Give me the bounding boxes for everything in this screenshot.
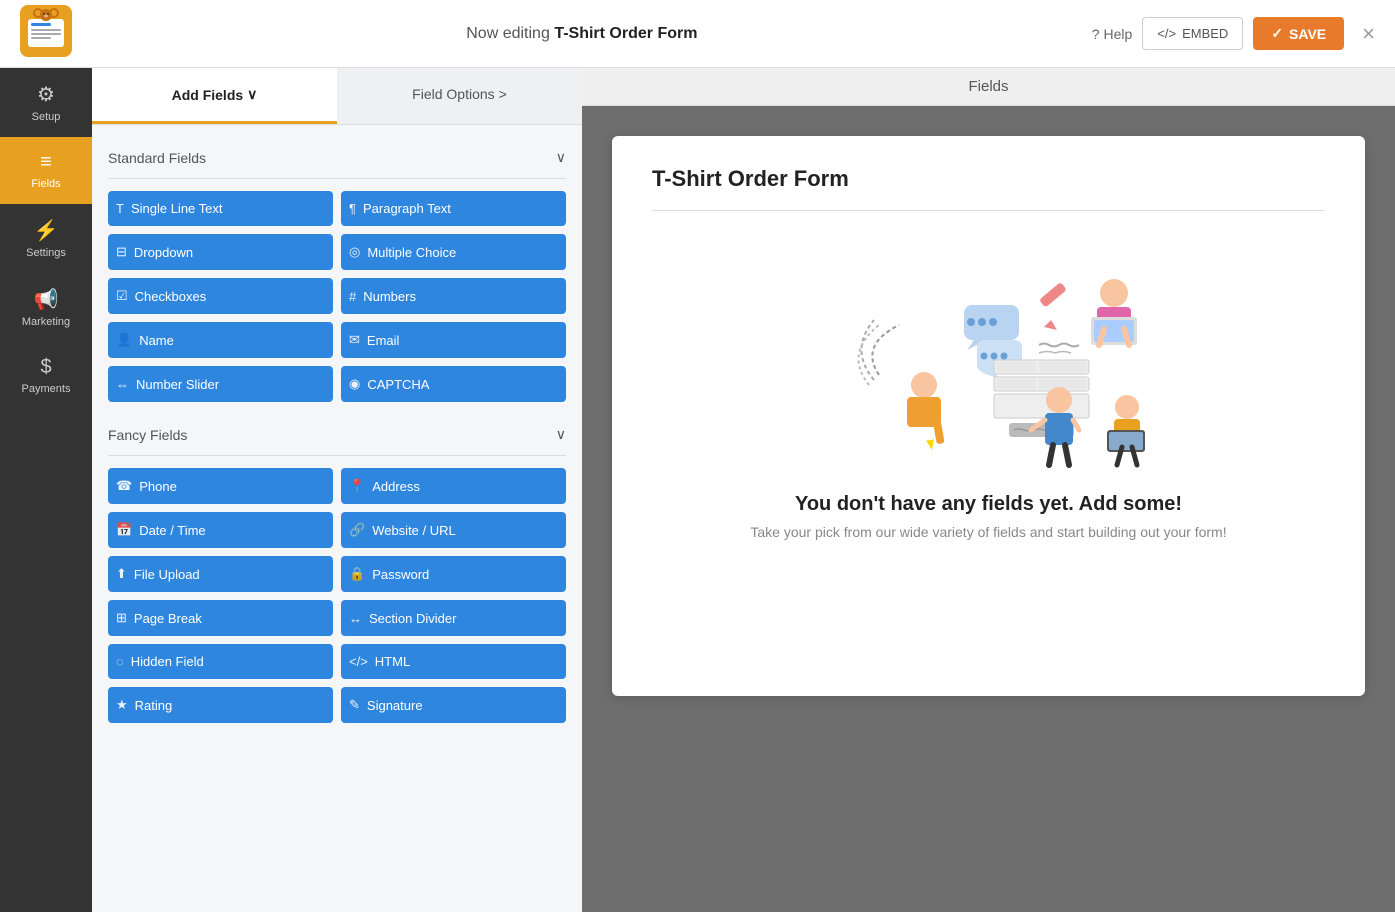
field-btn-email[interactable]: ✉ Email — [341, 322, 566, 358]
marketing-icon: 📢 — [34, 287, 59, 312]
standard-fields-section-header[interactable]: Standard Fields ∨ — [108, 139, 566, 174]
field-btn-name[interactable]: 👤 Name — [108, 322, 333, 358]
save-button[interactable]: ✓ SAVE — [1253, 17, 1344, 50]
field-btn-signature[interactable]: ✎ Signature — [341, 687, 566, 723]
field-btn-hidden-field[interactable]: ◌ Hidden Field — [108, 644, 333, 679]
field-btn-dropdown[interactable]: ⊟ Dropdown — [108, 234, 333, 270]
phone-icon: ☎ — [116, 478, 132, 494]
empty-state: You don't have any fields yet. Add some!… — [652, 235, 1325, 560]
captcha-icon: ◉ — [349, 376, 360, 392]
html-icon: </> — [349, 654, 368, 669]
file-upload-icon: ⬆ — [116, 566, 127, 582]
field-btn-website-url[interactable]: 🔗 Website / URL — [341, 512, 566, 548]
field-btn-checkboxes[interactable]: ☑ Checkboxes — [108, 278, 333, 314]
fancy-fields-grid: ☎ Phone 📍 Address 📅 Date / Time 🔗 Websit… — [108, 468, 566, 723]
empty-state-illustration — [819, 245, 1159, 475]
checkmark-icon: ✓ — [1271, 25, 1283, 42]
form-title: T-Shirt Order Form — [652, 166, 1325, 192]
password-icon: 🔒 — [349, 566, 365, 582]
chevron-down-icon: ∨ — [247, 86, 257, 103]
empty-state-title: You don't have any fields yet. Add some! — [795, 493, 1182, 516]
field-btn-section-divider[interactable]: ↔ Section Divider — [341, 600, 566, 636]
fancy-fields-section-header[interactable]: Fancy Fields ∨ — [108, 416, 566, 451]
embed-button[interactable]: </> EMBED — [1142, 17, 1243, 50]
gear-icon: ⚙ — [37, 82, 55, 107]
content-header: Fields — [582, 68, 1395, 106]
multiple-choice-icon: ◎ — [349, 244, 360, 260]
field-btn-page-break[interactable]: ⊞ Page Break — [108, 600, 333, 636]
name-icon: 👤 — [116, 332, 132, 348]
close-button[interactable]: × — [1362, 21, 1375, 47]
field-btn-phone[interactable]: ☎ Phone — [108, 468, 333, 504]
website-url-icon: 🔗 — [349, 522, 365, 538]
payments-icon: $ — [40, 356, 51, 379]
rating-icon: ★ — [116, 697, 128, 713]
form-preview-wrapper: T-Shirt Order Form — [582, 106, 1395, 912]
field-btn-html[interactable]: </> HTML — [341, 644, 566, 679]
top-bar: Now editing T-Shirt Order Form ? Help </… — [0, 0, 1395, 68]
page-break-icon: ⊞ — [116, 610, 127, 626]
tab-add-fields[interactable]: Add Fields ∨ — [92, 68, 337, 124]
signature-icon: ✎ — [349, 697, 360, 713]
form-content-divider — [652, 210, 1325, 211]
content-area: Fields T-Shirt Order Form — [582, 68, 1395, 912]
settings-icon: ⚡ — [34, 218, 59, 243]
standard-fields-grid: T Single Line Text ¶ Paragraph Text ⊟ Dr… — [108, 191, 566, 402]
numbers-icon: # — [349, 289, 356, 304]
field-btn-captcha[interactable]: ◉ CAPTCHA — [341, 366, 566, 402]
fields-content: Standard Fields ∨ T Single Line Text ¶ P… — [92, 125, 582, 912]
dropdown-icon: ⊟ — [116, 244, 127, 260]
field-btn-date-time[interactable]: 📅 Date / Time — [108, 512, 333, 548]
address-icon: 📍 — [349, 478, 365, 494]
field-btn-single-line-text[interactable]: T Single Line Text — [108, 191, 333, 226]
sidebar-item-settings[interactable]: ⚡ Settings — [0, 204, 92, 273]
email-icon: ✉ — [349, 332, 360, 348]
field-btn-address[interactable]: 📍 Address — [341, 468, 566, 504]
field-btn-multiple-choice[interactable]: ◎ Multiple Choice — [341, 234, 566, 270]
sidebar-item-fields[interactable]: ≡ Fields — [0, 137, 92, 204]
fields-tabs: Add Fields ∨ Field Options > — [92, 68, 582, 125]
field-btn-rating[interactable]: ★ Rating — [108, 687, 333, 723]
fancy-fields-divider — [108, 455, 566, 456]
field-btn-paragraph-text[interactable]: ¶ Paragraph Text — [341, 191, 566, 226]
sidebar: ⚙ Setup ≡ Fields ⚡ Settings 📢 Marketing … — [0, 68, 92, 912]
embed-icon: </> — [1157, 26, 1176, 41]
paragraph-icon: ¶ — [349, 201, 356, 216]
fields-panel: Add Fields ∨ Field Options > Standard Fi… — [92, 68, 582, 912]
fields-icon: ≡ — [40, 151, 52, 174]
field-btn-file-upload[interactable]: ⬆ File Upload — [108, 556, 333, 592]
field-btn-numbers[interactable]: # Numbers — [341, 278, 566, 314]
field-btn-password[interactable]: 🔒 Password — [341, 556, 566, 592]
empty-state-subtitle: Take your pick from our wide variety of … — [750, 524, 1226, 540]
single-line-icon: T — [116, 201, 124, 216]
sidebar-item-payments[interactable]: $ Payments — [0, 342, 92, 409]
editing-title: Now editing T-Shirt Order Form — [72, 25, 1092, 43]
field-btn-number-slider[interactable]: ⇔ Number Slider — [108, 366, 333, 402]
hidden-field-icon: ◌ — [116, 654, 124, 669]
tab-field-options[interactable]: Field Options > — [337, 68, 582, 124]
section-divider-icon: ↔ — [349, 611, 362, 626]
sidebar-item-marketing[interactable]: 📢 Marketing — [0, 273, 92, 342]
app-logo — [20, 5, 72, 62]
help-icon: ? — [1092, 26, 1100, 42]
date-time-icon: 📅 — [116, 522, 132, 538]
chevron-right-icon: > — [499, 86, 507, 102]
section-collapse-icon: ∨ — [556, 149, 566, 166]
form-preview: T-Shirt Order Form — [612, 136, 1365, 696]
main-layout: ⚙ Setup ≡ Fields ⚡ Settings 📢 Marketing … — [0, 68, 1395, 912]
top-bar-actions: ? Help </> EMBED ✓ SAVE × — [1092, 17, 1375, 50]
checkboxes-icon: ☑ — [116, 288, 128, 304]
fancy-section-collapse-icon: ∨ — [556, 426, 566, 443]
sidebar-item-setup[interactable]: ⚙ Setup — [0, 68, 92, 137]
number-slider-icon: ⇔ — [116, 377, 129, 392]
help-button[interactable]: ? Help — [1092, 26, 1133, 42]
standard-fields-divider — [108, 178, 566, 179]
